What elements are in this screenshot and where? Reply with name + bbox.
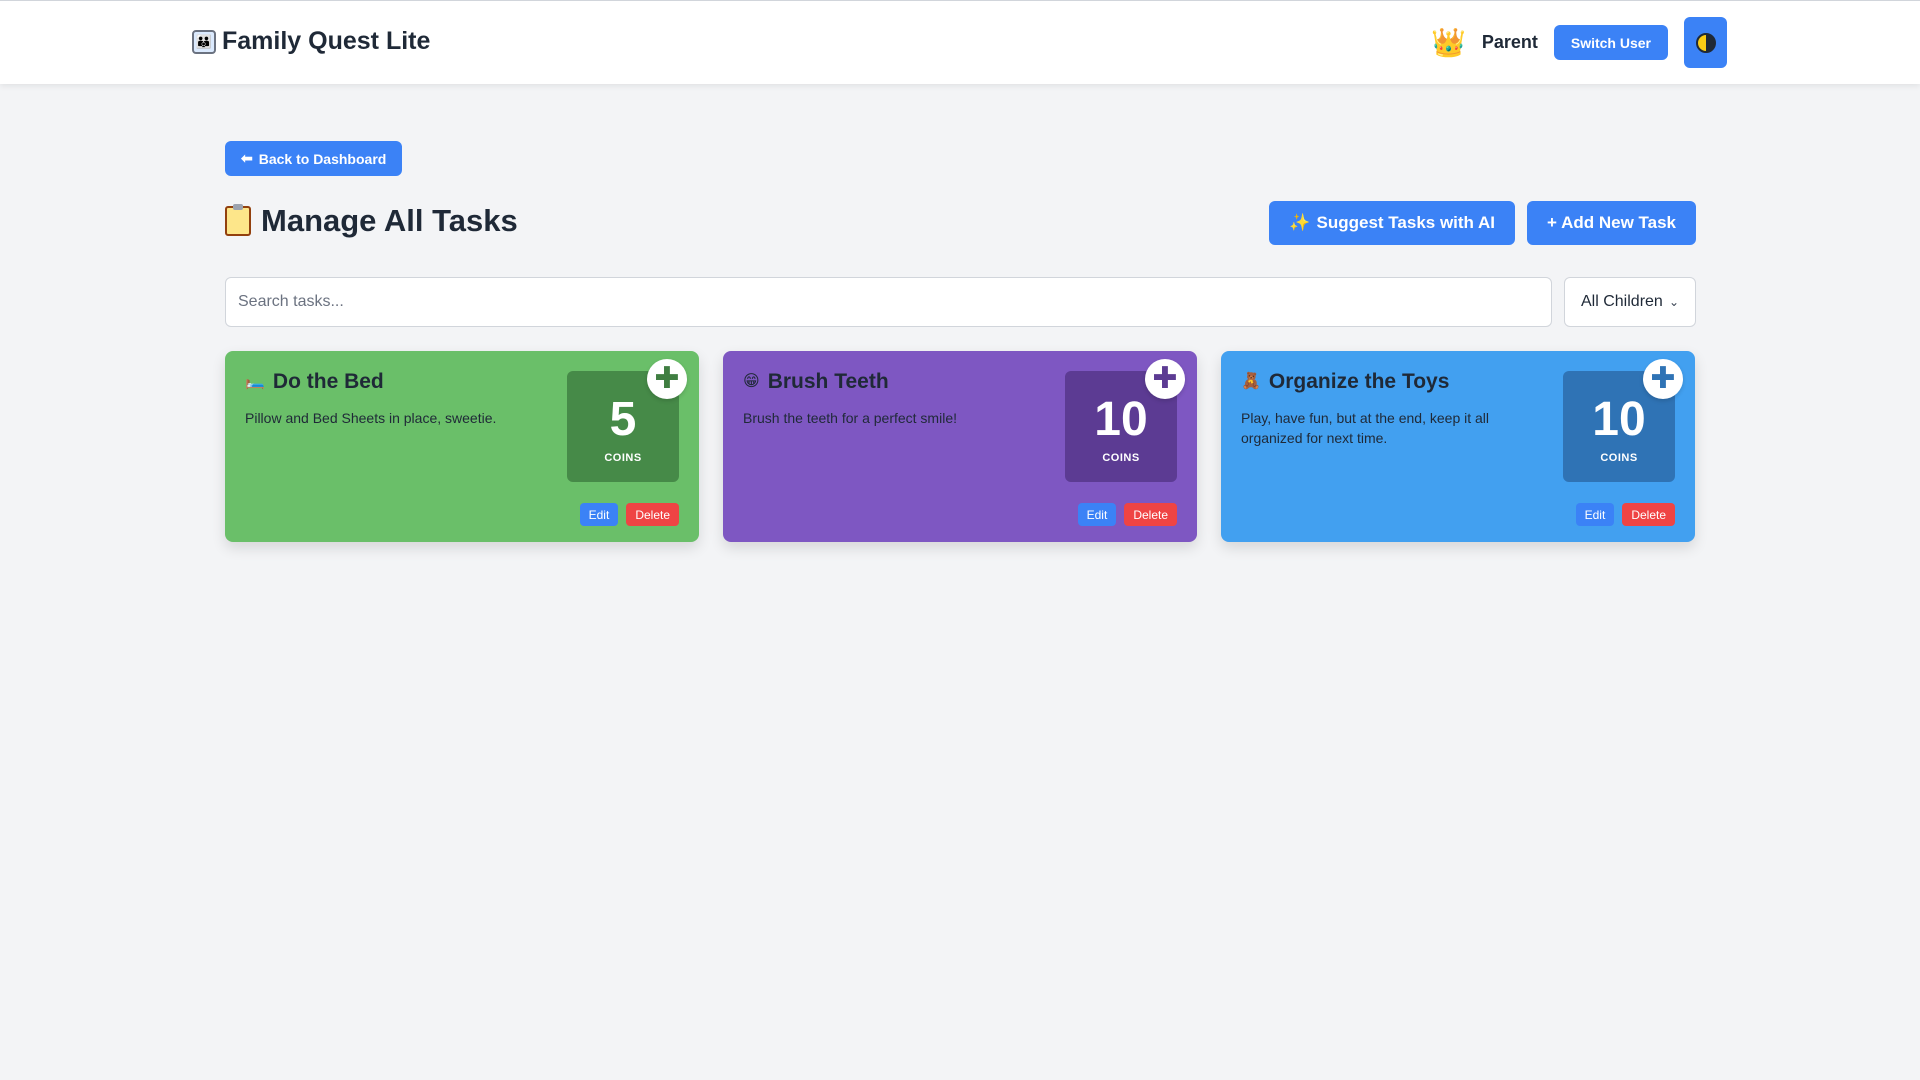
delete-task-button[interactable]: Delete [626, 503, 679, 526]
suggest-button-label: Suggest Tasks with AI [1316, 213, 1496, 232]
task-actions: Edit Delete [1575, 503, 1675, 526]
family-icon: 👪 [192, 29, 216, 54]
teddy-bear-icon: 🧸 [1241, 372, 1261, 390]
coin-amount: 5 [609, 392, 637, 446]
task-title-text: Organize the Toys [1268, 370, 1450, 393]
task-title-text: Brush Teeth [767, 370, 889, 393]
coin-label: COINS [1600, 451, 1638, 464]
plus-icon[interactable]: ✚ [1643, 359, 1683, 399]
task-actions: Edit Delete [579, 503, 679, 526]
app-title: Family Quest Lite [222, 27, 431, 55]
coin-label: COINS [1102, 451, 1140, 464]
search-tasks-input[interactable] [225, 277, 1552, 327]
task-card: 🧸 Organize the Toys Play, have fun, but … [1221, 351, 1695, 542]
page-title-text: Manage All Tasks [261, 203, 518, 238]
page-title: Manage All Tasks [225, 203, 518, 239]
switch-user-button[interactable]: Switch User [1553, 25, 1668, 60]
child-filter-select[interactable]: All Children ⌄ [1564, 277, 1696, 327]
task-title-text: Do the Bed [272, 370, 384, 393]
delete-task-button[interactable]: Delete [1622, 503, 1675, 526]
plus-icon[interactable]: ✚ [1145, 359, 1185, 399]
edit-task-button[interactable]: Edit [579, 503, 619, 526]
sparkles-icon: ✨ [1289, 213, 1311, 232]
coin-label: COINS [604, 451, 642, 464]
top-navbar: 👪 Family Quest Lite 👑 Parent Switch User [0, 0, 1920, 84]
theme-toggle-button[interactable] [1684, 17, 1727, 68]
crown-icon: 👑 [1430, 26, 1466, 58]
back-arrow-icon: ⬅ [241, 150, 253, 166]
task-actions: Edit Delete [1077, 503, 1177, 526]
task-description: Pillow and Bed Sheets in place, sweetie. [245, 410, 497, 426]
bed-icon: 🛏️ [245, 372, 265, 390]
task-card: 🛏️ Do the Bed Pillow and Bed Sheets in p… [225, 351, 699, 542]
plus-icon[interactable]: ✚ [647, 359, 687, 399]
chevron-down-icon: ⌄ [1668, 295, 1679, 309]
half-moon-icon [1695, 32, 1716, 53]
task-description: Brush the teeth for a perfect smile! [743, 410, 957, 426]
page-actions: ✨ Suggest Tasks with AI + Add New Task [1269, 201, 1696, 245]
back-to-dashboard-button[interactable]: ⬅ Back to Dashboard [225, 141, 403, 176]
child-filter-value: All Children [1581, 293, 1663, 310]
user-area: 👑 Parent Switch User [1431, 17, 1727, 68]
coin-amount: 10 [1592, 392, 1646, 446]
edit-task-button[interactable]: Edit [1077, 503, 1117, 526]
clipboard-icon [225, 204, 251, 236]
task-card: 😁 Brush Teeth Brush the teeth for a perf… [723, 351, 1197, 542]
edit-task-button[interactable]: Edit [1575, 503, 1615, 526]
current-user-name: Parent [1481, 32, 1538, 52]
grin-face-icon: 😁 [743, 372, 760, 390]
back-button-label: Back to Dashboard [258, 150, 387, 167]
task-description: Play, have fun, but at the end, keep it … [1241, 410, 1490, 446]
add-new-task-button[interactable]: + Add New Task [1527, 201, 1696, 245]
task-card-list: 🛏️ Do the Bed Pillow and Bed Sheets in p… [225, 351, 1695, 542]
app-logo[interactable]: 👪 Family Quest Lite [192, 27, 430, 56]
suggest-tasks-ai-button[interactable]: ✨ Suggest Tasks with AI [1269, 201, 1516, 245]
delete-task-button[interactable]: Delete [1124, 503, 1177, 526]
coin-amount: 10 [1094, 392, 1148, 446]
